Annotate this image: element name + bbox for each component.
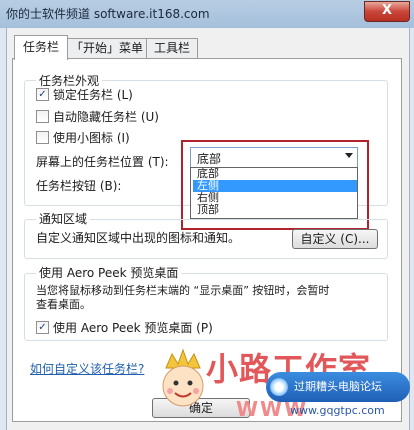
lock-taskbar-label[interactable]: 锁定任务栏 (L) xyxy=(53,86,133,103)
customize-notification-button[interactable]: 自定义 (C)... xyxy=(292,229,378,249)
window-title: 你的士软件频道 software.it168.com xyxy=(6,7,210,21)
auto-hide-label[interactable]: 自动隐藏任务栏 (U) xyxy=(53,108,159,125)
taskbar-location-label: 屏幕上的任务栏位置 (T): xyxy=(36,155,169,169)
auto-hide-checkbox[interactable] xyxy=(36,110,49,123)
customize-taskbar-help-link[interactable]: 如何自定义该任务栏? xyxy=(30,360,144,377)
notification-description: 自定义通知区域中出现的图标和通知。 xyxy=(36,231,241,245)
taskbar-buttons-label: 任务栏按钮 (B): xyxy=(36,179,122,193)
small-icons-checkbox[interactable] xyxy=(36,131,49,144)
lock-taskbar-checkbox[interactable]: ✓ xyxy=(36,88,49,101)
annotation-highlight-box xyxy=(181,140,369,230)
small-icons-label[interactable]: 使用小图标 (I) xyxy=(53,129,130,146)
use-aero-peek-checkbox[interactable]: ✓ xyxy=(36,321,49,334)
tab-toolbars[interactable]: 工具栏 xyxy=(146,38,198,59)
notification-group-title: 通知区域 xyxy=(36,210,91,227)
aero-peek-description-line2: 查看桌面。 xyxy=(36,298,91,311)
cartoon-mascot-icon xyxy=(162,348,204,407)
tab-start-menu[interactable]: 「开始」菜单 xyxy=(66,38,148,59)
close-button[interactable]: X xyxy=(364,1,410,22)
aero-peek-group-title: 使用 Aero Peek 预览桌面 xyxy=(36,264,182,281)
watermark-url: www.gqgtpc.com xyxy=(290,404,385,417)
use-aero-peek-label[interactable]: 使用 Aero Peek 预览桌面 (P) xyxy=(53,319,213,336)
forum-logo-icon xyxy=(270,378,288,396)
tab-taskbar[interactable]: 任务栏 xyxy=(14,35,68,60)
